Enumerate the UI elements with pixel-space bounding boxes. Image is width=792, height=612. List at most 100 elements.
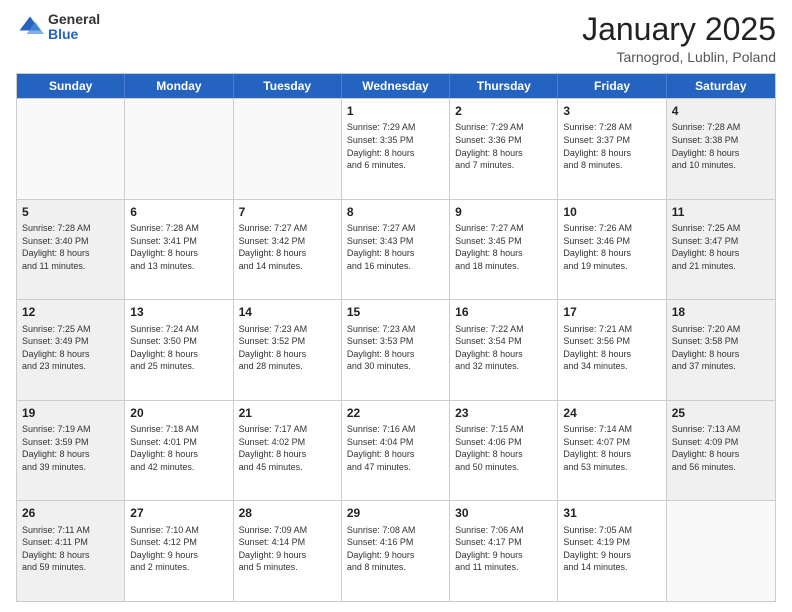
calendar-cell: 11 Sunrise: 7:25 AMSunset: 3:47 PMDayligh… <box>667 200 775 300</box>
day-number: 20 <box>130 405 227 421</box>
cell-info: Sunrise: 7:21 AMSunset: 3:56 PMDaylight:… <box>563 323 660 373</box>
calendar: SundayMondayTuesdayWednesdayThursdayFrid… <box>16 73 776 602</box>
day-number: 21 <box>239 405 336 421</box>
calendar-cell: 8Sunrise: 7:27 AMSunset: 3:43 PMDaylight… <box>342 200 450 300</box>
day-of-week-header: Tuesday <box>234 74 342 98</box>
calendar-week: 5Sunrise: 7:28 AMSunset: 3:40 PMDaylight… <box>17 199 775 300</box>
calendar-body: 1 Sunrise: 7:29 AMSunset: 3:35 PMDaylight… <box>17 98 775 601</box>
calendar-cell: 17 Sunrise: 7:21 AMSunset: 3:56 PMDayligh… <box>558 300 666 400</box>
cell-info: Sunrise: 7:09 AMSunset: 4:14 PMDaylight:… <box>239 524 336 574</box>
calendar-cell: 4 Sunrise: 7:28 AMSunset: 3:38 PMDaylight… <box>667 99 775 199</box>
day-number: 7 <box>239 204 336 220</box>
day-number: 13 <box>130 304 227 320</box>
page: General Blue January 2025 Tarnogrod, Lub… <box>0 0 792 612</box>
cell-info: Sunrise: 7:15 AMSunset: 4:06 PMDaylight:… <box>455 423 552 473</box>
calendar-cell: 18Sunrise: 7:20 AMSunset: 3:58 PMDayligh… <box>667 300 775 400</box>
day-of-week-header: Monday <box>125 74 233 98</box>
day-number: 11 <box>672 204 770 220</box>
calendar-cell: 24Sunrise: 7:14 AMSunset: 4:07 PMDayligh… <box>558 401 666 501</box>
calendar-cell: 16 Sunrise: 7:22 AMSunset: 3:54 PMDayligh… <box>450 300 558 400</box>
cell-info: Sunrise: 7:28 AMSunset: 3:38 PMDaylight:… <box>672 121 770 171</box>
calendar-cell: 3Sunrise: 7:28 AMSunset: 3:37 PMDaylight… <box>558 99 666 199</box>
cell-info: Sunrise: 7:28 AMSunset: 3:37 PMDaylight:… <box>563 121 660 171</box>
cell-info: Sunrise: 7:29 AMSunset: 3:35 PMDaylight:… <box>347 121 444 171</box>
cell-info: Sunrise: 7:28 AMSunset: 3:40 PMDaylight:… <box>22 222 119 272</box>
day-number: 18 <box>672 304 770 320</box>
calendar-cell: 1 Sunrise: 7:29 AMSunset: 3:35 PMDaylight… <box>342 99 450 199</box>
calendar-cell: 2 Sunrise: 7:29 AMSunset: 3:36 PMDaylight… <box>450 99 558 199</box>
calendar-week: 26Sunrise: 7:11 AMSunset: 4:11 PMDayligh… <box>17 500 775 601</box>
day-number: 16 <box>455 304 552 320</box>
calendar-cell: 25 Sunrise: 7:13 AMSunset: 4:09 PMDayligh… <box>667 401 775 501</box>
calendar-cell: 31Sunrise: 7:05 AMSunset: 4:19 PMDayligh… <box>558 501 666 601</box>
location: Tarnogrod, Lublin, Poland <box>582 49 776 65</box>
logo-blue: Blue <box>48 27 100 42</box>
calendar-cell: 15 Sunrise: 7:23 AMSunset: 3:53 PMDayligh… <box>342 300 450 400</box>
calendar-cell: 13 Sunrise: 7:24 AMSunset: 3:50 PMDayligh… <box>125 300 233 400</box>
calendar-cell: 12Sunrise: 7:25 AMSunset: 3:49 PMDayligh… <box>17 300 125 400</box>
calendar-week: 19 Sunrise: 7:19 AMSunset: 3:59 PMDayligh… <box>17 400 775 501</box>
cell-info: Sunrise: 7:13 AMSunset: 4:09 PMDaylight:… <box>672 423 770 473</box>
calendar-cell <box>17 99 125 199</box>
calendar-cell: 22Sunrise: 7:16 AMSunset: 4:04 PMDayligh… <box>342 401 450 501</box>
cell-info: Sunrise: 7:19 AMSunset: 3:59 PMDaylight:… <box>22 423 119 473</box>
calendar-cell: 9Sunrise: 7:27 AMSunset: 3:45 PMDaylight… <box>450 200 558 300</box>
cell-info: Sunrise: 7:17 AMSunset: 4:02 PMDaylight:… <box>239 423 336 473</box>
cell-info: Sunrise: 7:25 AMSunset: 3:47 PMDaylight:… <box>672 222 770 272</box>
day-of-week-header: Sunday <box>17 74 125 98</box>
day-of-week-header: Friday <box>558 74 666 98</box>
day-number: 31 <box>563 505 660 521</box>
day-number: 29 <box>347 505 444 521</box>
calendar-cell <box>667 501 775 601</box>
cell-info: Sunrise: 7:27 AMSunset: 3:45 PMDaylight:… <box>455 222 552 272</box>
cell-info: Sunrise: 7:06 AMSunset: 4:17 PMDaylight:… <box>455 524 552 574</box>
cell-info: Sunrise: 7:08 AMSunset: 4:16 PMDaylight:… <box>347 524 444 574</box>
calendar-cell: 7 Sunrise: 7:27 AMSunset: 3:42 PMDaylight… <box>234 200 342 300</box>
calendar-cell <box>234 99 342 199</box>
cell-info: Sunrise: 7:24 AMSunset: 3:50 PMDaylight:… <box>130 323 227 373</box>
day-number: 30 <box>455 505 552 521</box>
cell-info: Sunrise: 7:27 AMSunset: 3:43 PMDaylight:… <box>347 222 444 272</box>
day-number: 2 <box>455 103 552 119</box>
day-of-week-header: Saturday <box>667 74 775 98</box>
logo: General Blue <box>16 12 100 43</box>
calendar-cell: 6 Sunrise: 7:28 AMSunset: 3:41 PMDaylight… <box>125 200 233 300</box>
day-number: 24 <box>563 405 660 421</box>
cell-info: Sunrise: 7:29 AMSunset: 3:36 PMDaylight:… <box>455 121 552 171</box>
month-title: January 2025 <box>582 12 776 47</box>
day-of-week-header: Thursday <box>450 74 558 98</box>
day-number: 27 <box>130 505 227 521</box>
day-number: 4 <box>672 103 770 119</box>
title-block: January 2025 Tarnogrod, Lublin, Poland <box>582 12 776 65</box>
calendar-cell <box>125 99 233 199</box>
calendar-cell: 26Sunrise: 7:11 AMSunset: 4:11 PMDayligh… <box>17 501 125 601</box>
calendar-cell: 28 Sunrise: 7:09 AMSunset: 4:14 PMDayligh… <box>234 501 342 601</box>
day-number: 10 <box>563 204 660 220</box>
day-number: 19 <box>22 405 119 421</box>
calendar-cell: 19 Sunrise: 7:19 AMSunset: 3:59 PMDayligh… <box>17 401 125 501</box>
day-number: 23 <box>455 405 552 421</box>
day-number: 17 <box>563 304 660 320</box>
calendar-cell: 27Sunrise: 7:10 AMSunset: 4:12 PMDayligh… <box>125 501 233 601</box>
calendar-cell: 10Sunrise: 7:26 AMSunset: 3:46 PMDayligh… <box>558 200 666 300</box>
day-number: 6 <box>130 204 227 220</box>
day-number: 28 <box>239 505 336 521</box>
cell-info: Sunrise: 7:27 AMSunset: 3:42 PMDaylight:… <box>239 222 336 272</box>
cell-info: Sunrise: 7:16 AMSunset: 4:04 PMDaylight:… <box>347 423 444 473</box>
calendar-cell: 21 Sunrise: 7:17 AMSunset: 4:02 PMDayligh… <box>234 401 342 501</box>
calendar-week: 12Sunrise: 7:25 AMSunset: 3:49 PMDayligh… <box>17 299 775 400</box>
calendar-header: SundayMondayTuesdayWednesdayThursdayFrid… <box>17 74 775 98</box>
cell-info: Sunrise: 7:22 AMSunset: 3:54 PMDaylight:… <box>455 323 552 373</box>
cell-info: Sunrise: 7:23 AMSunset: 3:53 PMDaylight:… <box>347 323 444 373</box>
day-number: 15 <box>347 304 444 320</box>
header: General Blue January 2025 Tarnogrod, Lub… <box>16 12 776 65</box>
cell-info: Sunrise: 7:23 AMSunset: 3:52 PMDaylight:… <box>239 323 336 373</box>
calendar-cell: 30 Sunrise: 7:06 AMSunset: 4:17 PMDayligh… <box>450 501 558 601</box>
day-number: 1 <box>347 103 444 119</box>
calendar-cell: 5Sunrise: 7:28 AMSunset: 3:40 PMDaylight… <box>17 200 125 300</box>
day-number: 14 <box>239 304 336 320</box>
cell-info: Sunrise: 7:28 AMSunset: 3:41 PMDaylight:… <box>130 222 227 272</box>
cell-info: Sunrise: 7:25 AMSunset: 3:49 PMDaylight:… <box>22 323 119 373</box>
logo-general: General <box>48 12 100 27</box>
day-number: 25 <box>672 405 770 421</box>
